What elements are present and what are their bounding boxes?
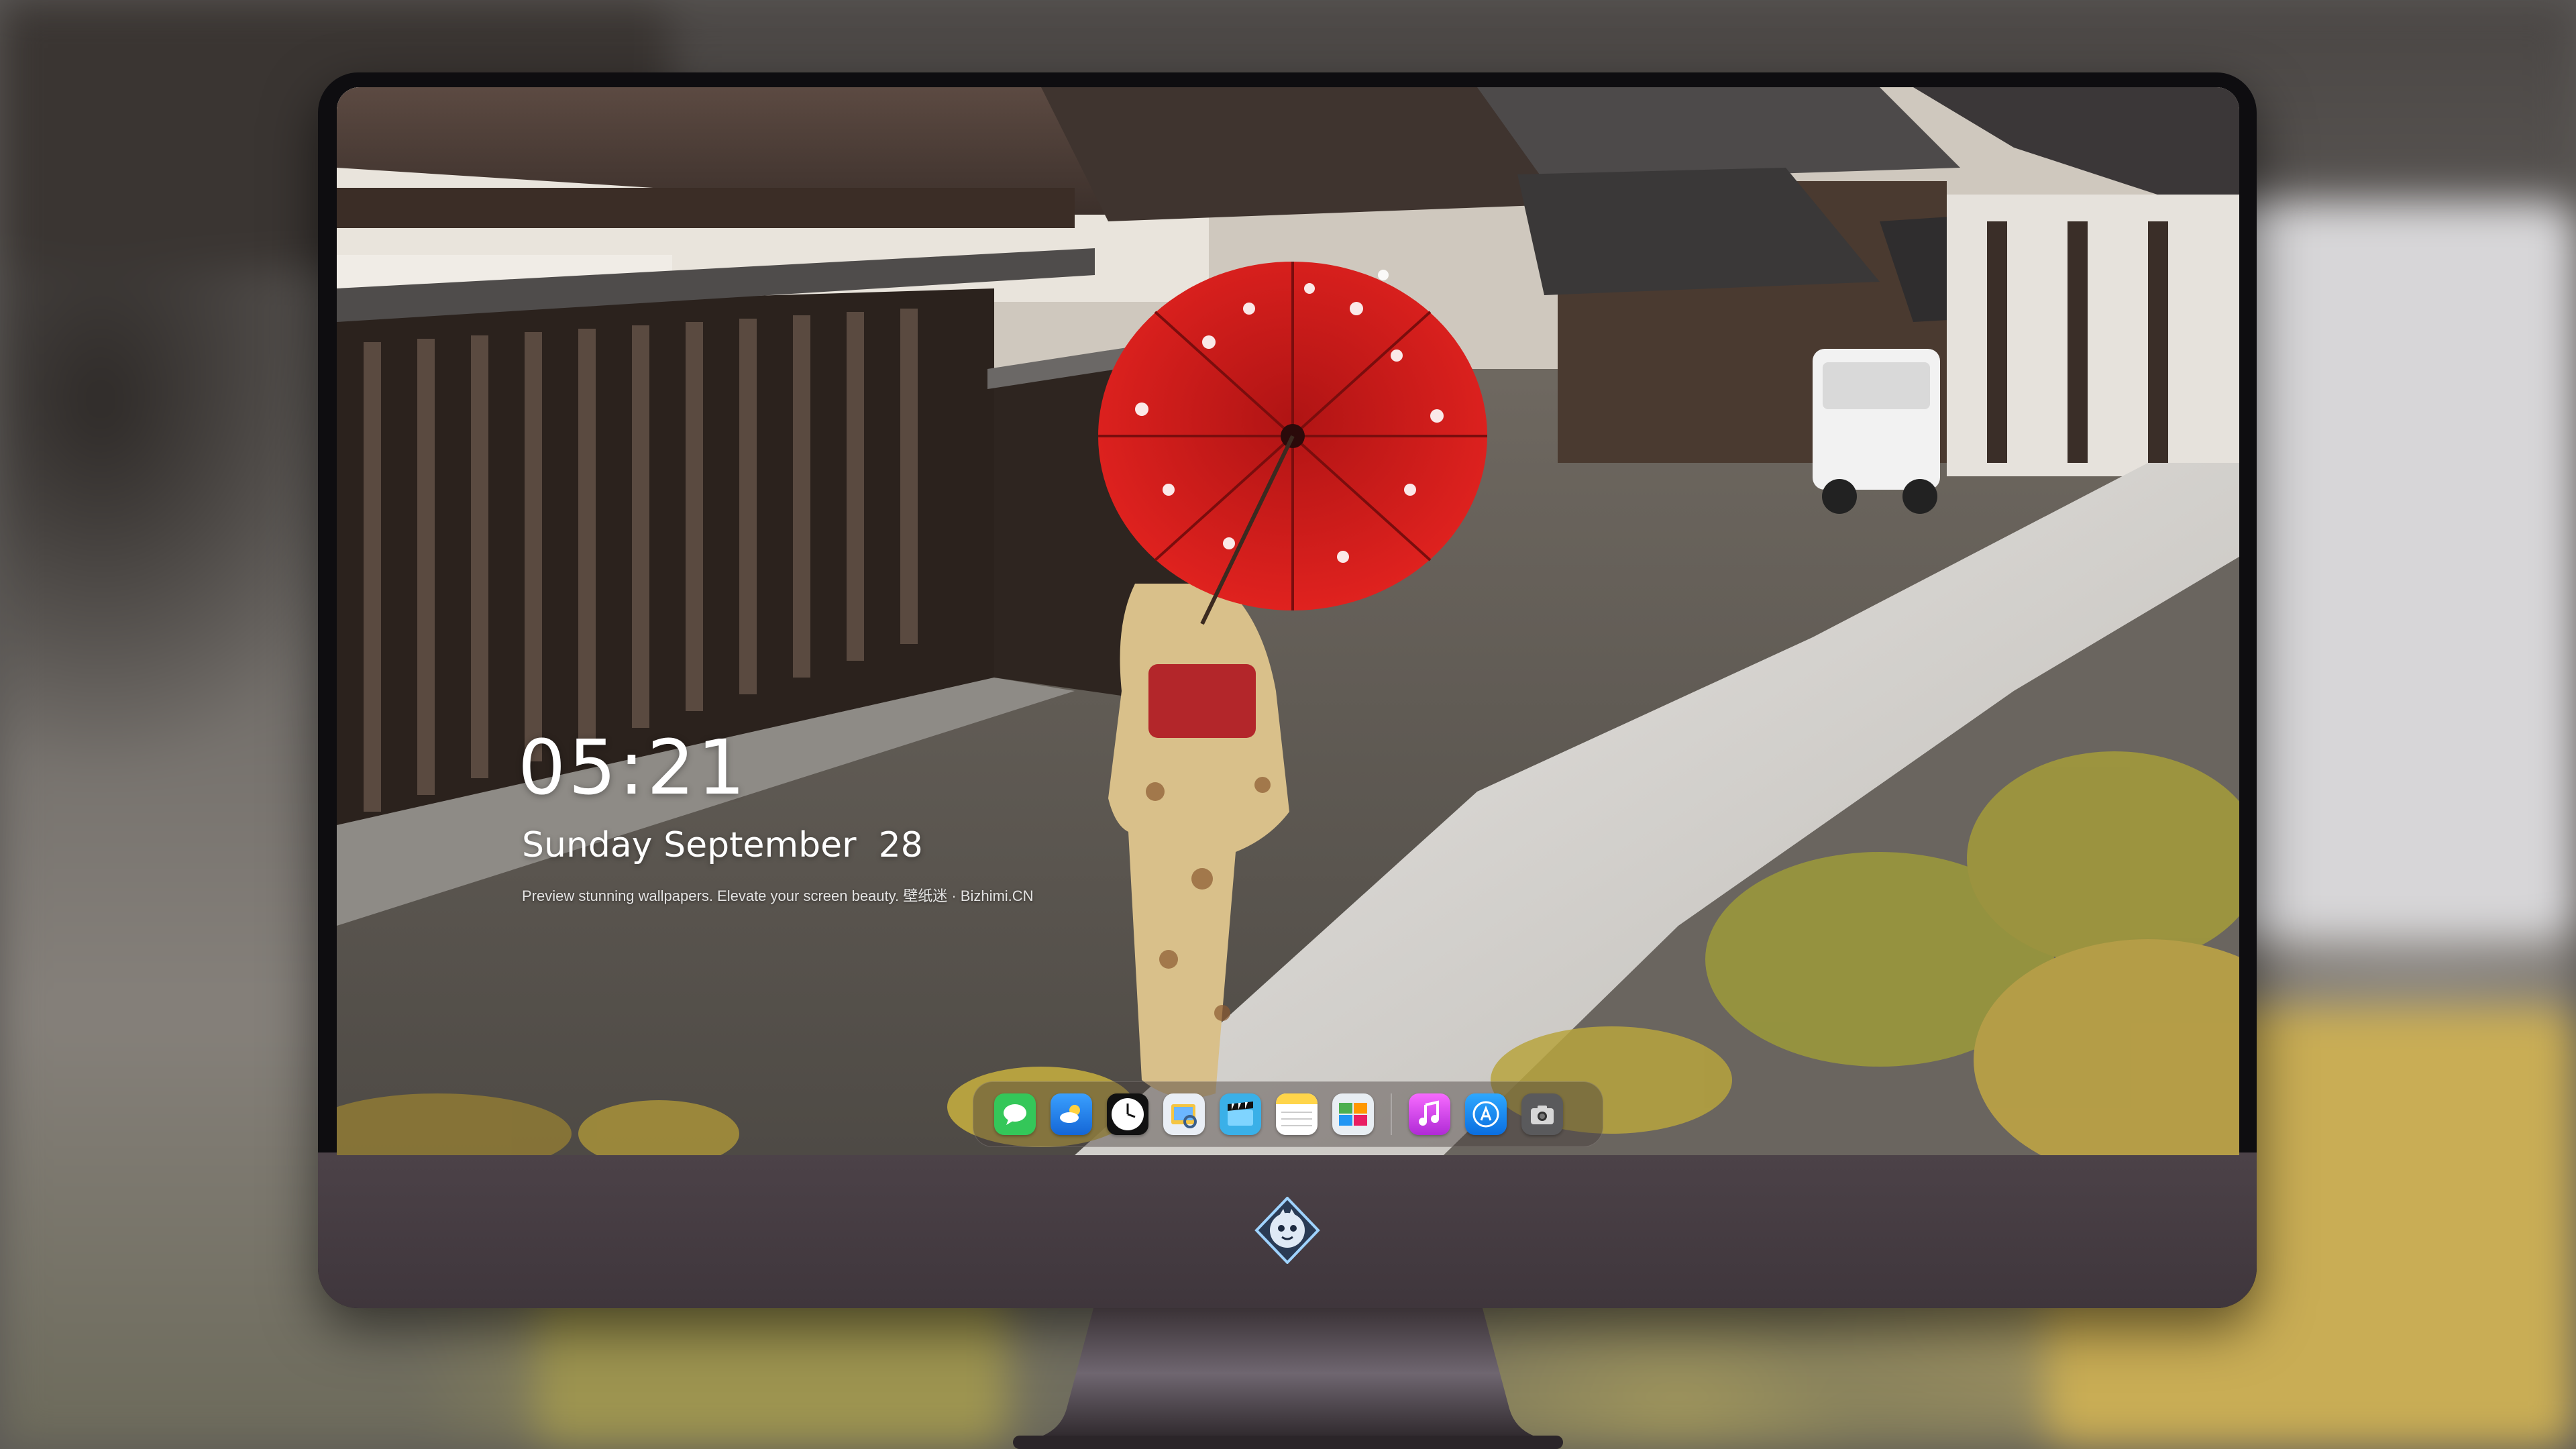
messages-icon[interactable] bbox=[994, 1093, 1036, 1135]
wallpaper-image bbox=[337, 87, 2239, 1155]
wallpaper-caption: Preview stunning wallpapers. Elevate you… bbox=[522, 888, 1034, 904]
photo-browser-icon[interactable] bbox=[1332, 1093, 1374, 1135]
screenshot-icon[interactable] bbox=[1521, 1093, 1563, 1135]
app-store-icon[interactable] bbox=[1465, 1093, 1507, 1135]
mascot-logo-icon bbox=[1254, 1197, 1320, 1264]
music-icon[interactable] bbox=[1409, 1093, 1450, 1135]
dock-separator bbox=[1391, 1093, 1392, 1135]
dock bbox=[973, 1081, 1603, 1147]
lock-screen-time: 05:21 bbox=[518, 724, 748, 812]
clock-icon[interactable] bbox=[1107, 1093, 1148, 1135]
imovie-icon[interactable] bbox=[1220, 1093, 1261, 1135]
monitor-stand bbox=[1013, 1308, 1563, 1449]
notes-icon[interactable] bbox=[1276, 1093, 1318, 1135]
lock-screen: 05:21 Sunday September 28 Preview stunni… bbox=[337, 87, 2239, 1155]
preview-icon[interactable] bbox=[1163, 1093, 1205, 1135]
weather-icon[interactable] bbox=[1051, 1093, 1092, 1135]
lock-screen-date: Sunday September 28 bbox=[522, 825, 923, 865]
monitor-chin bbox=[318, 1152, 2257, 1308]
